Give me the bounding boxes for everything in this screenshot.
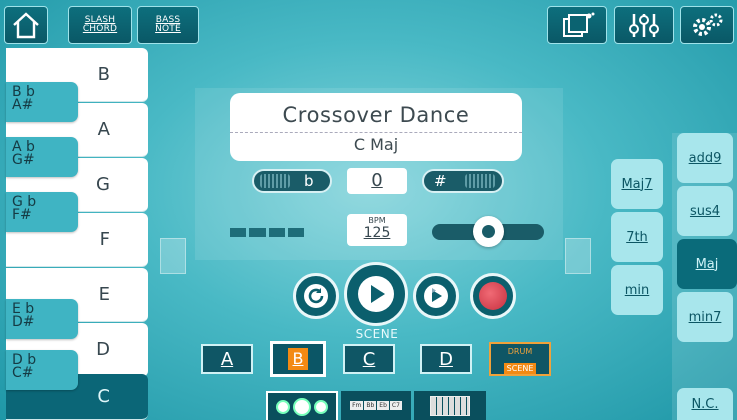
chord-min7-button[interactable]: min7 (677, 292, 733, 342)
sharp-label: # (434, 172, 447, 190)
left-drag-handle[interactable] (160, 238, 186, 274)
chord-maj-button[interactable]: Maj (677, 239, 737, 289)
fill-button[interactable] (413, 273, 459, 319)
bottom-tab-grid[interactable] (414, 391, 486, 420)
beat-dot (287, 228, 304, 237)
chord-chip: Fm (350, 401, 364, 410)
bass-note-button[interactable]: BASS NOTE (137, 6, 199, 44)
flat-label: b (304, 172, 314, 190)
black-key-bb[interactable]: B b A# (6, 82, 78, 122)
loop-button[interactable] (293, 273, 339, 319)
mini-play-icon (293, 397, 311, 416)
mini-loop-icon (276, 399, 290, 414)
drum-label: DRUM (507, 347, 533, 356)
mixer-icon (629, 14, 659, 37)
thumb-center (482, 225, 495, 238)
chord-chip: Eb (377, 401, 389, 410)
grid-icon (430, 395, 470, 416)
beat-dot (230, 228, 247, 237)
gear-icon (693, 13, 723, 36)
tempo-tap-indicator (230, 228, 304, 237)
settings-button[interactable] (680, 6, 734, 44)
bottom-tab-player[interactable] (266, 391, 338, 420)
black-key-db[interactable]: D b C# (6, 350, 78, 390)
bpm-label: BPM (368, 216, 386, 225)
play-icon (358, 276, 394, 312)
song-list-icon (563, 12, 595, 37)
chord-chip: Bb (364, 401, 377, 410)
song-card[interactable]: Crossover Dance C Maj (230, 93, 522, 161)
mini-fill-icon (314, 399, 328, 414)
beat-dot (249, 228, 266, 237)
record-icon (479, 282, 507, 310)
drum-scene-label: SCENE (503, 363, 537, 374)
transpose-value: 0 (347, 168, 407, 194)
fill-icon (424, 284, 448, 308)
record-button[interactable] (470, 273, 516, 319)
right-drag-handle[interactable] (565, 238, 591, 274)
song-title: Crossover Dance (282, 103, 470, 127)
scene-b-label: B (288, 348, 308, 370)
scene-c-button[interactable]: C (343, 344, 395, 374)
flat-grip (260, 174, 290, 188)
home-button[interactable] (4, 6, 48, 44)
black-key-gb[interactable]: G b F# (6, 192, 78, 232)
chord-add9-button[interactable]: add9 (677, 133, 733, 183)
tempo-slider-thumb[interactable] (473, 216, 504, 247)
transpose-flat-button[interactable]: b (252, 169, 332, 193)
home-icon (13, 12, 39, 39)
loop-icon (304, 284, 328, 308)
black-key-ab[interactable]: A b G# (6, 137, 78, 177)
sharp-grip (464, 174, 495, 188)
slash-chord-button[interactable]: SLASH CHORD (68, 6, 132, 44)
scene-label: SCENE (355, 327, 399, 341)
play-button[interactable] (344, 262, 408, 326)
bass-note-label: BASS NOTE (155, 15, 181, 34)
chord-maj7-button[interactable]: Maj7 (611, 159, 663, 209)
chord-7th-button[interactable]: 7th (611, 212, 663, 262)
bpm-display[interactable]: BPM 125 (347, 214, 407, 246)
chord-sus4-button[interactable]: sus4 (677, 186, 733, 236)
beat-dot (268, 228, 285, 237)
scene-d-button[interactable]: D (420, 344, 472, 374)
black-key-eb[interactable]: E b D# (6, 299, 78, 339)
tempo-slider[interactable] (432, 216, 544, 247)
scene-b-button[interactable]: B (270, 341, 326, 377)
mixer-button[interactable] (614, 6, 674, 44)
transpose-sharp-button[interactable]: # (422, 169, 504, 193)
chord-min-button[interactable]: min (611, 265, 663, 315)
song-key: C Maj (353, 135, 399, 154)
scene-a-button[interactable]: A (201, 344, 253, 374)
bottom-tab-chords[interactable]: Fm Bb Eb C7 (341, 391, 411, 420)
bpm-value: 125 (363, 225, 391, 241)
song-list-button[interactable] (547, 6, 607, 44)
drum-scene-button[interactable]: DRUM SCENE (489, 342, 551, 376)
no-chord-button[interactable]: N.C. (677, 388, 733, 420)
chord-chip: C7 (389, 401, 402, 410)
slash-chord-label: SLASH CHORD (82, 15, 118, 34)
